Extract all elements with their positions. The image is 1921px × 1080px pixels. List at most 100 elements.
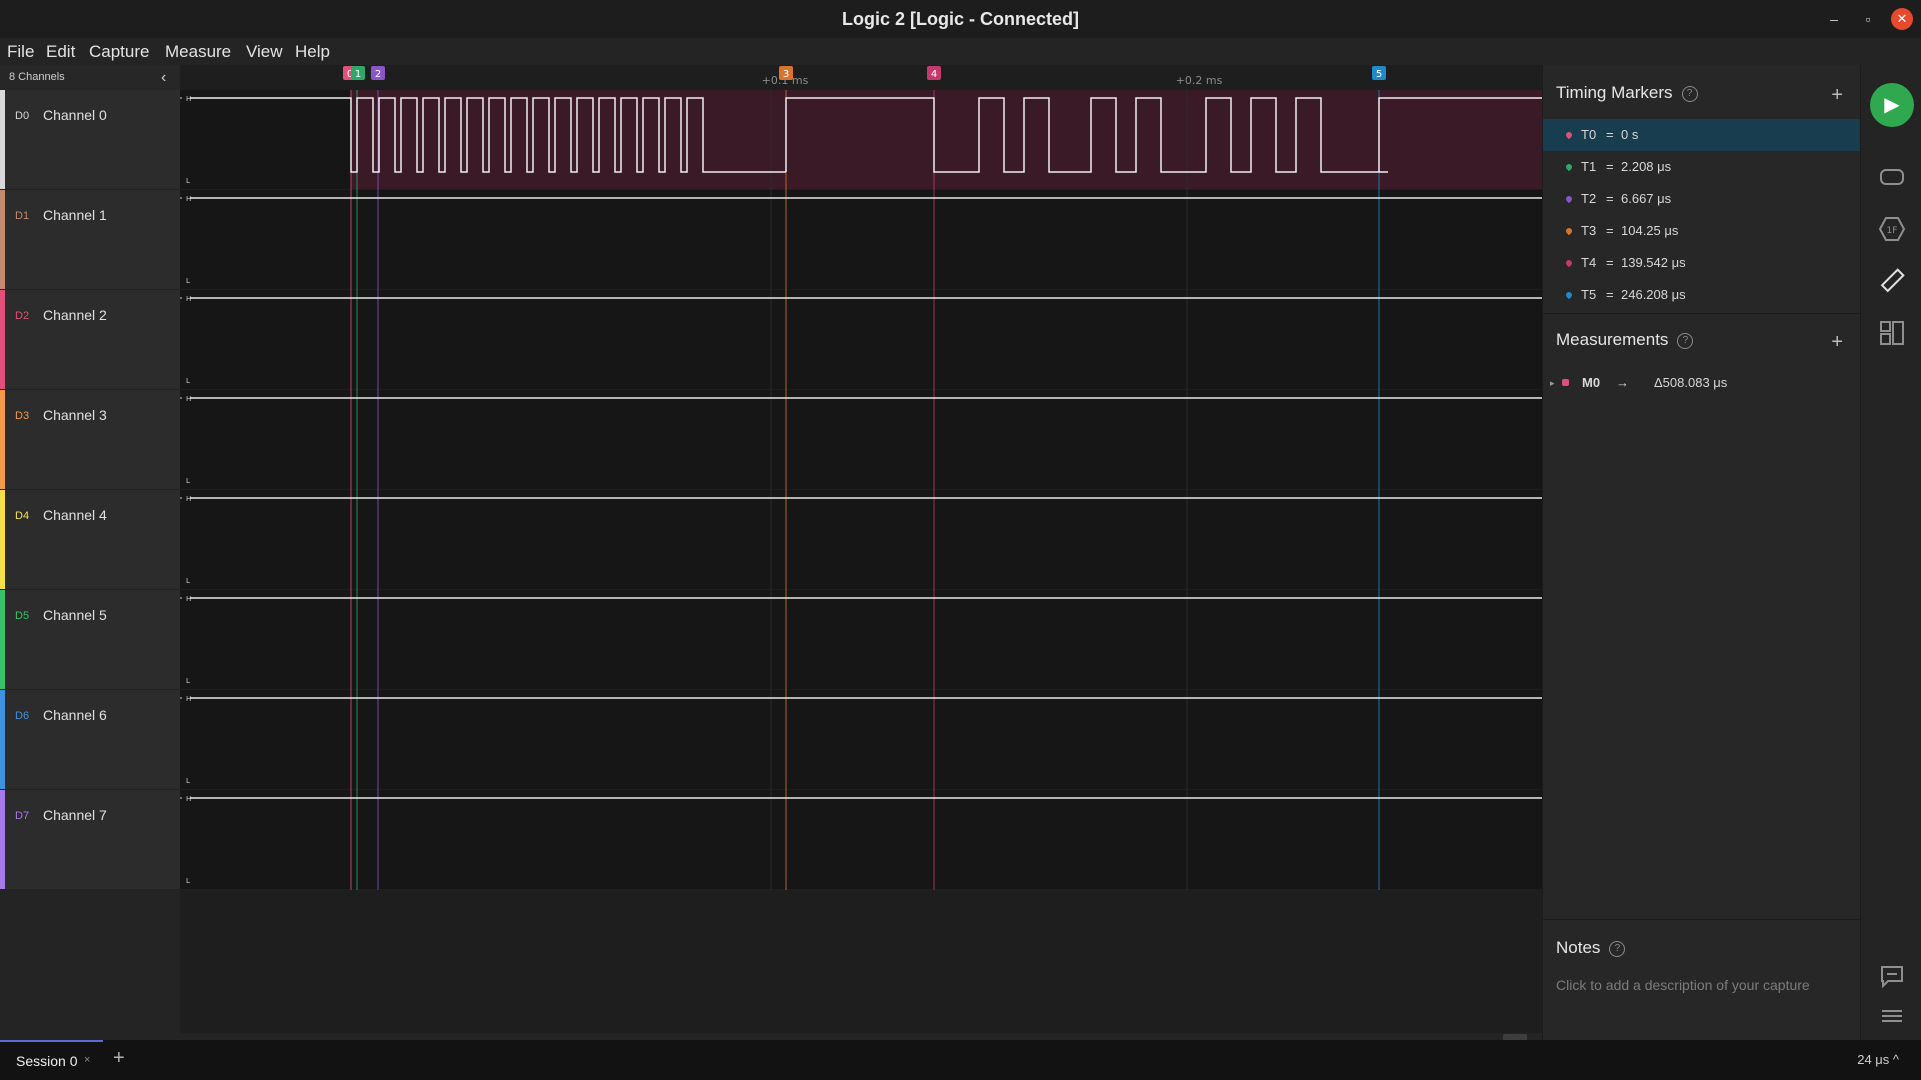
- measurement-highlight: [351, 90, 1542, 189]
- analyzers-icon[interactable]: [1878, 163, 1906, 191]
- zoom-level[interactable]: 24 μs ^: [1857, 1052, 1899, 1067]
- arrow-icon: →: [1616, 375, 1629, 390]
- menu-capture[interactable]: Capture: [89, 38, 149, 65]
- channel-name[interactable]: Channel 2: [43, 307, 107, 323]
- channel-lane: [180, 690, 1542, 789]
- level-low-label: L: [186, 677, 190, 685]
- level-low-label: L: [186, 477, 190, 485]
- channel-name[interactable]: Channel 0: [43, 107, 107, 123]
- measurement-value: Δ508.083 μs: [1654, 375, 1728, 390]
- marker-flag-label: 1: [355, 69, 361, 80]
- channel-row-6[interactable]: D6 Channel 6: [0, 690, 180, 790]
- menu-edit[interactable]: Edit: [46, 38, 75, 65]
- waveform-view[interactable]: +0.1 ms +0.2 ms 0 1 2 3 4 5 H L H L H L H L H L H L H L H L: [180, 65, 1542, 1033]
- measurement-color-swatch: [1562, 379, 1569, 386]
- marker-dot-icon: [1564, 194, 1574, 204]
- channel-name[interactable]: Channel 4: [43, 507, 107, 523]
- channel-row-4[interactable]: D4 Channel 4: [0, 490, 180, 590]
- channel-list: D0 Channel 0 D1 Channel 1 D2 Channel 2 D…: [0, 90, 180, 890]
- channel-color-strip: [0, 90, 5, 189]
- level-high-label: H: [186, 95, 191, 103]
- channel-color-strip: [0, 490, 5, 589]
- channel-row-1[interactable]: D1 Channel 1: [0, 190, 180, 290]
- equals-sign: =: [1606, 223, 1614, 238]
- channel-id: D0: [15, 110, 30, 122]
- measurement-row-m0[interactable]: ▸ M0 → Δ508.083 μs: [1543, 367, 1861, 399]
- timing-markers-label: Timing Markers: [1556, 83, 1673, 102]
- add-session-button[interactable]: +: [113, 1047, 125, 1070]
- play-icon[interactable]: ▶: [1870, 83, 1914, 127]
- menu-file[interactable]: File: [7, 38, 34, 65]
- marker-flag-label: 3: [783, 69, 789, 80]
- marker-name: T2: [1581, 191, 1597, 206]
- trigger-icon[interactable]: 1F: [1878, 215, 1906, 243]
- channel-row-7[interactable]: D7 Channel 7: [0, 790, 180, 890]
- channel-name[interactable]: Channel 3: [43, 407, 107, 423]
- help-icon[interactable]: ?: [1681, 86, 1698, 102]
- annotations-panel: Timing Markers? + T0 = 0 s T1 = 2.208 μs…: [1542, 65, 1861, 1040]
- marker-value: 0 s: [1621, 127, 1639, 142]
- channel-lane: [180, 790, 1542, 889]
- marker-value: 139.542 μs: [1621, 255, 1686, 270]
- marker-name: T5: [1581, 287, 1597, 302]
- session-tab[interactable]: Session 0 ×: [0, 1040, 103, 1080]
- session-bar: Session 0 × + 24 μs ^: [0, 1040, 1921, 1080]
- marker-row-t5[interactable]: T5 = 246.208 μs: [1543, 279, 1861, 311]
- add-measurement-button[interactable]: +: [1831, 332, 1843, 352]
- marker-value: 6.667 μs: [1621, 191, 1672, 206]
- menu-measure[interactable]: Measure: [165, 38, 231, 65]
- level-low-label: L: [186, 277, 190, 285]
- marker-name: T3: [1581, 223, 1597, 238]
- notes-input[interactable]: Click to add a description of your captu…: [1556, 977, 1810, 993]
- channels-header: 8 Channels ‹: [0, 65, 180, 90]
- marker-value: 246.208 μs: [1621, 287, 1686, 302]
- channel-lane: [180, 590, 1542, 689]
- channel-row-0[interactable]: D0 Channel 0: [0, 90, 180, 190]
- comment-icon[interactable]: [1878, 962, 1906, 990]
- time-label-1: +0.2 ms: [1176, 74, 1223, 87]
- channel-color-strip: [0, 190, 5, 289]
- channel-name[interactable]: Channel 6: [43, 707, 107, 723]
- channel-row-3[interactable]: D3 Channel 3: [0, 390, 180, 490]
- channel-lane: [180, 390, 1542, 489]
- marker-row-t1[interactable]: T1 = 2.208 μs: [1543, 151, 1861, 183]
- marker-dot-icon: [1564, 130, 1574, 140]
- level-high-label: H: [186, 395, 191, 403]
- expand-caret-icon[interactable]: ▸: [1550, 367, 1555, 399]
- marker-row-t2[interactable]: T2 = 6.667 μs: [1543, 183, 1861, 215]
- channel-id: D7: [15, 810, 30, 822]
- measurements-title: Measurements?: [1556, 330, 1694, 350]
- collapse-chevron-icon[interactable]: ‹: [161, 65, 166, 90]
- help-icon[interactable]: ?: [1609, 941, 1626, 957]
- equals-sign: =: [1606, 287, 1614, 302]
- menu-icon[interactable]: [1878, 1002, 1906, 1030]
- channel-name[interactable]: Channel 7: [43, 807, 107, 823]
- channel-color-strip: [0, 590, 5, 689]
- close-tab-icon[interactable]: ×: [84, 1054, 90, 1066]
- marker-row-t4[interactable]: T4 = 139.542 μs: [1543, 247, 1861, 279]
- panel-divider: [1543, 919, 1861, 920]
- close-icon[interactable]: ✕: [1891, 8, 1913, 30]
- channel-name[interactable]: Channel 5: [43, 607, 107, 623]
- ruler-icon[interactable]: [1878, 267, 1906, 295]
- svg-text:1F: 1F: [1887, 226, 1898, 236]
- channel-lane: [180, 490, 1542, 589]
- menu-view[interactable]: View: [246, 38, 283, 65]
- channel-row-5[interactable]: D5 Channel 5: [0, 590, 180, 690]
- channel-color-strip: [0, 290, 5, 389]
- waveform-canvas[interactable]: +0.1 ms +0.2 ms0 1 2 3 4 5HLHLHLHLHLHLHLHL: [180, 65, 1542, 1033]
- channel-name[interactable]: Channel 1: [43, 207, 107, 223]
- marker-row-t3[interactable]: T3 = 104.25 μs: [1543, 215, 1861, 247]
- minimize-icon[interactable]: –: [1823, 8, 1845, 30]
- restore-icon[interactable]: ▫: [1857, 8, 1879, 30]
- level-low-label: L: [186, 377, 190, 385]
- level-low-label: L: [186, 877, 190, 885]
- help-icon[interactable]: ?: [1677, 333, 1694, 349]
- extensions-icon[interactable]: [1878, 319, 1906, 347]
- measurement-name: M0: [1582, 375, 1601, 390]
- menu-help[interactable]: Help: [295, 38, 330, 65]
- add-marker-button[interactable]: +: [1831, 85, 1843, 105]
- channel-row-2[interactable]: D2 Channel 2: [0, 290, 180, 390]
- marker-row-t0[interactable]: T0 = 0 s: [1543, 119, 1861, 151]
- marker-value: 104.25 μs: [1621, 223, 1679, 238]
